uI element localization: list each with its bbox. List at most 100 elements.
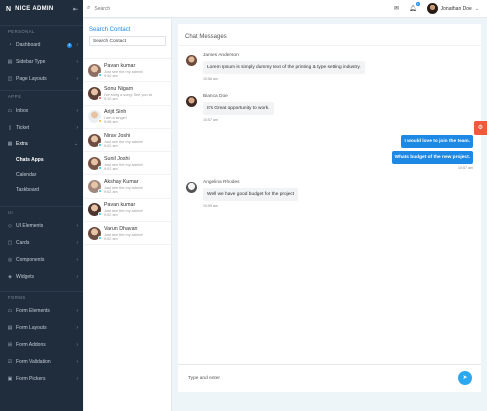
- message-input[interactable]: Type and enter: [188, 376, 220, 381]
- contact-info: Varun Dhavan Just see the my admin! 9:02 a…: [104, 226, 143, 241]
- contact-info: Pavan kumar Just see the my admin! 9:30 am: [104, 63, 143, 78]
- sidebar-toggle-icon[interactable]: ⇤: [73, 6, 78, 13]
- addon-icon: ⊞: [7, 341, 13, 348]
- avatar: [88, 63, 102, 77]
- contact-item[interactable]: Pavan kumar Just see the my admin! 9:30 am: [84, 59, 171, 83]
- mail-icon[interactable]: ✉: [394, 5, 399, 12]
- status-dot: [98, 142, 102, 147]
- contact-item[interactable]: Pavan kumar Just see the my admin! 9:02 am: [84, 199, 171, 223]
- sidebar-item-label: Dashboard: [16, 42, 41, 49]
- contact-search-input[interactable]: Search Contact: [89, 36, 166, 46]
- brand-logo: N: [6, 5, 12, 13]
- sidebar-icon: ▤: [7, 59, 13, 66]
- sidebar-item-extra[interactable]: ▦ Extra ⌄: [0, 136, 83, 153]
- contact-name: Sunil Joshi: [104, 155, 130, 162]
- sidebar-item-label: Form Layouts: [16, 325, 47, 332]
- contact-item[interactable]: Akshay Kumar Just see the my admin! 9:02 a…: [84, 175, 171, 199]
- sidebar-item-form-addons[interactable]: ⊞ Form Addons ›: [0, 337, 83, 354]
- contact-item[interactable]: Sonu Nigam I've sung a song! See you at 9:…: [84, 82, 171, 106]
- sidebar-subitem-taskboard[interactable]: Taskboard: [0, 183, 83, 198]
- sidebar-item-dashboard[interactable]: ◔ Dashboard 4 ›: [0, 37, 83, 54]
- section-forms: FORMS: [0, 290, 83, 303]
- avatar: [88, 110, 102, 124]
- chat-message: James Anderson Lorem Ipsum is simply dum…: [186, 53, 365, 81]
- chevron-right-icon: ›: [76, 341, 78, 348]
- sidebar-subitem-chats-apps[interactable]: Chats Apps: [0, 153, 83, 168]
- message-time: 10:59 am: [203, 204, 218, 208]
- chevron-right-icon: ›: [76, 239, 78, 246]
- search-icon[interactable]: ⌕: [87, 5, 90, 12]
- status-dot: [98, 119, 102, 124]
- reply-bubble: I would love to join the team.: [401, 135, 473, 148]
- gauge-icon: ◔: [8, 42, 12, 49]
- contact-time: 9:02 am: [104, 236, 118, 241]
- sidebar-item-components[interactable]: ◎ Components ›: [0, 251, 83, 268]
- ticket-icon: ▯: [8, 124, 12, 131]
- sidebar-item-cards[interactable]: ▢ Cards ›: [0, 235, 83, 252]
- contact-item[interactable]: Arijit Sinh I am a singer! 9:08 am: [84, 106, 171, 129]
- status-dot: [98, 212, 102, 217]
- send-button[interactable]: ➤: [458, 371, 472, 385]
- topbar: ⌕ Search ✉ 🔔︎ 5 Jonathan Doe ⌄: [83, 0, 487, 18]
- chevron-right-icon: ›: [76, 256, 78, 263]
- sidebar-item-sidebar-type[interactable]: ▤ Sidebar Type ›: [0, 54, 83, 71]
- contact-info: Pavan kumar Just see the my admin! 9:02 am: [104, 202, 143, 217]
- reply-bubble: Whats budget of the new project.: [391, 151, 473, 164]
- chevron-right-icon: ›: [76, 124, 78, 131]
- sidebar-item-label: Sidebar Type: [16, 59, 46, 66]
- avatar: [88, 156, 102, 170]
- sidebar-item-widgets[interactable]: ◈ Widgets ›: [0, 268, 83, 285]
- sidebar-item-label: UI Elements: [16, 223, 44, 230]
- message-time: 10:57 am: [203, 118, 218, 122]
- contact-info: Sonu Nigam I've sung a song! See you at 9:…: [104, 86, 152, 101]
- section-apps: APPS: [0, 90, 83, 102]
- chevron-down-icon: ⌄: [474, 5, 479, 12]
- avatar: [88, 203, 102, 217]
- settings-gear-button[interactable]: ⚙: [474, 121, 487, 135]
- search-input[interactable]: Search: [94, 6, 174, 12]
- sidebar-item-ui-elements[interactable]: ◇ UI Elements ›: [0, 218, 83, 235]
- message-time: 10:56 am: [203, 77, 218, 81]
- sidebar-item-label: Form Addons: [16, 341, 46, 348]
- inbox-icon: ▭: [7, 107, 13, 114]
- contact-time: 9:02 am: [104, 166, 118, 171]
- brand[interactable]: N NICE ADMIN ⇤: [0, 0, 83, 18]
- sidebar-item-label: Page Layouts: [16, 75, 47, 82]
- card-icon: ▢: [7, 239, 13, 246]
- sidebar-item-form-pickers[interactable]: ▣ Form Pickers ›: [0, 370, 83, 387]
- chevron-down-icon: ⌄: [73, 141, 78, 148]
- sidebar-item-ticket[interactable]: ▯ Ticket ›: [0, 119, 83, 136]
- chevron-right-icon: ›: [76, 308, 78, 315]
- contact-time: 9:30 am: [104, 73, 118, 78]
- contact-status: Just see the my admin!: [104, 139, 144, 144]
- contact-name: Arijit Sinh: [104, 109, 127, 116]
- contact-list: Pavan kumar Just see the my admin! 9:30 am…: [84, 58, 171, 246]
- bell-icon[interactable]: 🔔︎ 5: [409, 2, 420, 12]
- sidebar: N NICE ADMIN ⇤ PERSONAL ◔ Dashboard 4 › ▤ Si…: [0, 0, 83, 411]
- contact-time: 9:02 am: [104, 143, 118, 148]
- contact-time: 9:08 am: [104, 120, 118, 125]
- contact-name: Sonu Nigam: [104, 85, 134, 92]
- user-menu[interactable]: Jonathan Doe ⌄: [426, 3, 479, 14]
- avatar: [186, 55, 197, 66]
- message-bubble: Lorem Ipsum is simply dummy text of the …: [203, 61, 365, 74]
- chevron-right-icon: ›: [76, 107, 78, 114]
- contact-info: Akshay Kumar Just see the my admin! 9:02 a…: [104, 179, 143, 194]
- chat-message: Angelina Rhodes Well we have good budget…: [186, 180, 299, 208]
- sidebar-item-form-elements[interactable]: ▭ Form Elements ›: [0, 303, 83, 320]
- sidebar-item-page-layouts[interactable]: ◫ Page Layouts ›: [0, 71, 83, 88]
- chat-panel: Chat Messages James Anderson Lorem Ipsum…: [178, 24, 481, 392]
- contact-item[interactable]: Nirav Joshi Just see the my admin! 9:02 am: [84, 129, 171, 153]
- sidebar-subitem-calendar[interactable]: Calendar: [0, 168, 83, 183]
- sidebar-item-form-validation[interactable]: ☑ Form Validation ›: [0, 353, 83, 370]
- message-author: Angelina Rhodes: [203, 180, 240, 185]
- sidebar-item-label: Extra: [16, 141, 28, 148]
- contacts-panel: Search Contact Search Contact Pavan kuma…: [84, 19, 172, 411]
- contact-item[interactable]: Varun Dhavan Just see the my admin! 9:02 a…: [84, 222, 171, 246]
- contact-item[interactable]: Sunil Joshi Just see the my admin! 9:02 am: [84, 152, 171, 176]
- chevron-right-icon: ›: [76, 273, 78, 280]
- sidebar-item-inbox[interactable]: ▭ Inbox ›: [0, 102, 83, 119]
- chevron-right-icon: ›: [76, 59, 78, 66]
- sidebar-item-form-layouts[interactable]: ▤ Form Layouts ›: [0, 320, 83, 337]
- section-personal: PERSONAL: [0, 25, 83, 37]
